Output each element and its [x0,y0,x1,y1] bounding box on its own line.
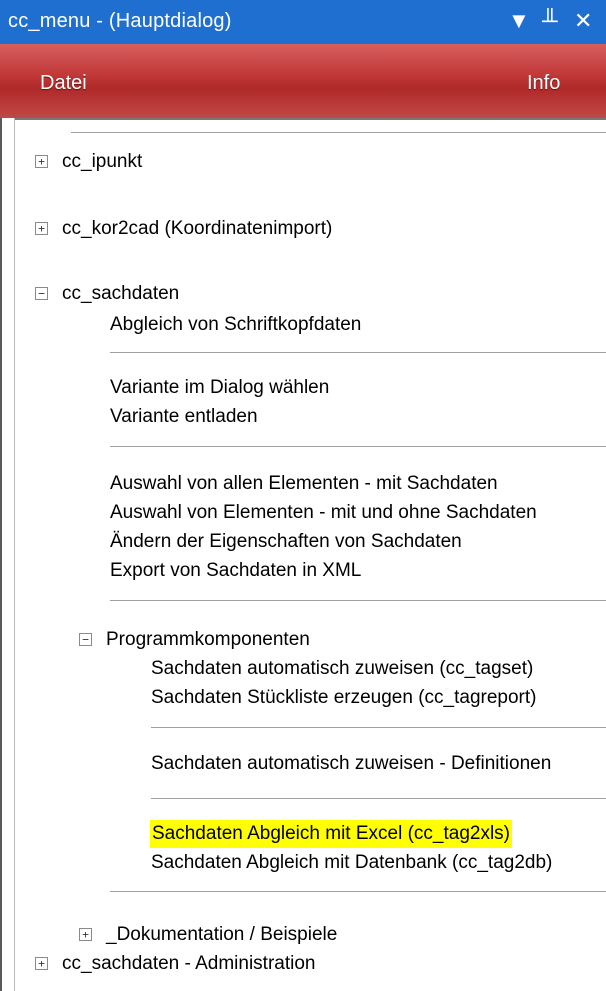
tree-item-aendern-eigenschaften[interactable]: Ändern der Eigenschaften von Sachdaten [110,528,462,556]
top-border [15,118,606,120]
tree-node-cc-kor2cad[interactable]: cc_kor2cad (Koordinatenimport) [62,215,332,243]
expand-icon[interactable]: + [35,155,48,168]
separator [151,798,606,799]
separator [110,446,606,447]
window-title: cc_menu - (Hauptdialog) [8,10,232,32]
pin-icon[interactable]: ╨ [542,6,558,36]
tree-item-tagreport[interactable]: Sachdaten Stückliste erzeugen (cc_tagrep… [151,684,537,712]
close-icon[interactable]: ✕ [574,6,592,36]
tree-node-dokumentation[interactable]: _Dokumentation / Beispiele [106,921,337,949]
tree-node-cc-sachdaten[interactable]: cc_sachdaten [62,280,179,308]
tree-item-variante-waehlen[interactable]: Variante im Dialog wählen [110,374,329,402]
tree-node-programmkomponenten[interactable]: Programmkomponenten [106,626,310,654]
dropdown-icon[interactable]: ▼ [508,6,530,36]
tree-item-auswahl-allen[interactable]: Auswahl von allen Elementen - mit Sachda… [110,470,498,498]
menu-bar: Datei Info [0,44,606,120]
tree-view[interactable]: + cc_ipunkt + cc_kor2cad (Koordinatenimp… [14,118,606,991]
menu-datei[interactable]: Datei [40,72,87,95]
separator [110,352,606,353]
tree-item-tag2xls[interactable]: Sachdaten Abgleich mit Excel (cc_tag2xls… [150,820,513,848]
tree-item-definitionen[interactable]: Sachdaten automatisch zuweisen - Definit… [151,750,551,778]
expand-icon[interactable]: + [79,928,92,941]
tree-item-variante-entladen[interactable]: Variante entladen [110,403,258,431]
separator [110,891,606,892]
tree-node-cc-ipunkt[interactable]: cc_ipunkt [62,148,142,176]
tree-panel: + cc_ipunkt + cc_kor2cad (Koordinatenimp… [0,118,606,991]
expand-icon[interactable]: + [35,957,48,970]
expand-icon[interactable]: + [35,222,48,235]
separator [110,600,606,601]
tree-item-tagset[interactable]: Sachdaten automatisch zuweisen (cc_tagse… [151,655,533,683]
tree-item-export-xml[interactable]: Export von Sachdaten in XML [110,557,361,585]
separator [151,727,606,728]
collapse-icon[interactable]: − [35,287,48,300]
menu-info[interactable]: Info [527,72,560,95]
separator [71,132,606,133]
tree-node-administration[interactable]: cc_sachdaten - Administration [62,950,315,978]
collapse-icon[interactable]: − [79,633,92,646]
tree-item-auswahl-elementen[interactable]: Auswahl von Elementen - mit und ohne Sac… [110,499,537,527]
tree-item-tag2db[interactable]: Sachdaten Abgleich mit Datenbank (cc_tag… [151,849,552,877]
tree-item-abgleich-schriftkopf[interactable]: Abgleich von Schriftkopfdaten [110,311,361,339]
title-bar: cc_menu - (Hauptdialog) ▼ ╨ ✕ [0,0,606,45]
